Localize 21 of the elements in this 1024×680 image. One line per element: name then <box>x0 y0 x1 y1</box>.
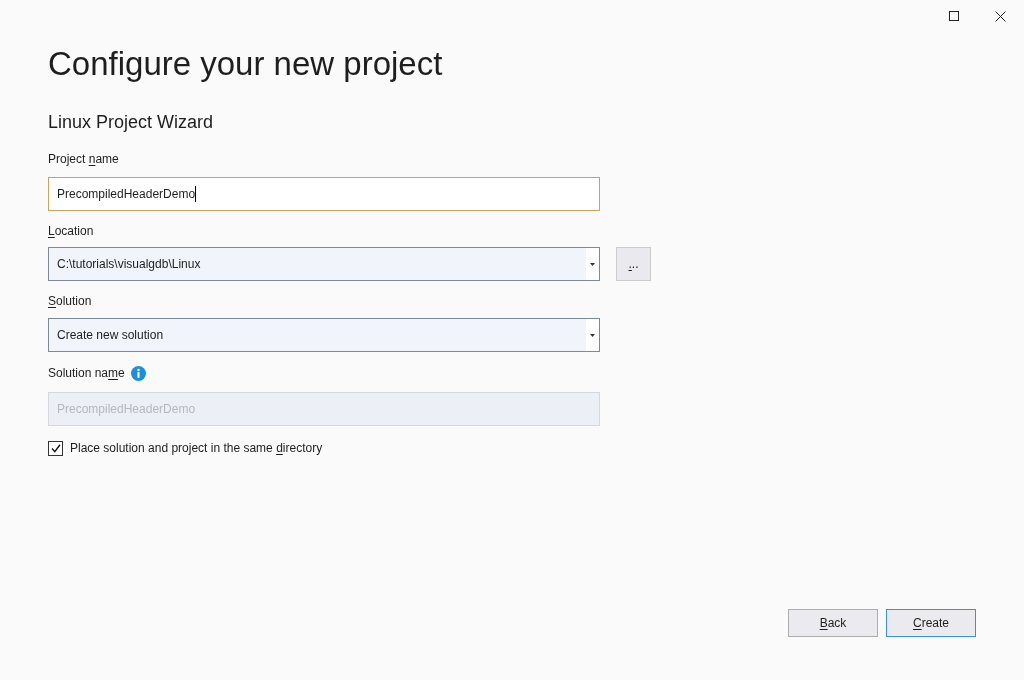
caret-icon <box>590 333 595 337</box>
maximize-icon[interactable] <box>948 11 959 21</box>
checkbox[interactable] <box>48 440 63 456</box>
browse-button[interactable]: ... <box>616 247 651 281</box>
info-icon <box>130 365 146 381</box>
field-label: Project name <box>48 151 119 167</box>
create-button[interactable]: Create <box>886 609 976 637</box>
dropdown[interactable]: Create new solution <box>48 318 600 352</box>
dropdown[interactable]: C:\tutorials\visualgdb\Linux <box>48 247 600 281</box>
page-title: Configure your new project <box>48 44 443 84</box>
caret-icon <box>590 262 595 266</box>
back-button[interactable]: Back <box>788 609 878 637</box>
field-label: Solution <box>48 293 92 309</box>
text-cursor-icon <box>195 186 197 202</box>
checkbox-label: Place solution and project in the same directory <box>70 440 323 456</box>
field-label: Location <box>48 223 94 239</box>
checkmark-icon <box>50 443 61 453</box>
field-label: Solution name <box>48 365 125 381</box>
wizard-subtitle: Linux Project Wizard <box>48 111 214 134</box>
text-field[interactable]: PrecompiledHeaderDemo <box>48 177 600 211</box>
close-icon[interactable] <box>995 10 1006 22</box>
